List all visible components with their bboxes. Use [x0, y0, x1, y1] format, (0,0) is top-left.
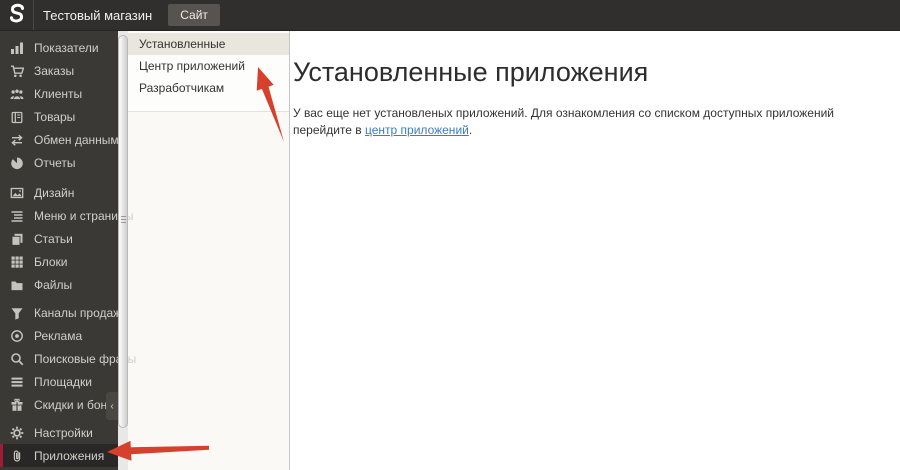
menu-lines-icon [9, 208, 25, 224]
menu-lines-icon [11, 210, 23, 222]
cart-icon [11, 65, 24, 77]
gear-icon [10, 426, 24, 439]
sidebar-groups: Показатели Заказы Клиенты Товары Обмен данны… [0, 36, 136, 467]
pages-icon [9, 231, 25, 247]
apps-submenu-panel: Установленные Центр приложений Разработчик… [128, 31, 290, 470]
sidebar-item-label: Реклама [34, 328, 83, 343]
target-icon [11, 329, 23, 342]
sidebar-item-data-exchange[interactable]: Обмен данными [0, 128, 125, 151]
submenu-empty-area [128, 112, 289, 470]
bar-chart-icon [9, 40, 25, 56]
sidebar-item-platforms[interactable]: Площадки [0, 370, 118, 393]
sidebar-scrollbar-track[interactable] [118, 31, 128, 470]
sidebar-item-label: Файлы [34, 277, 73, 292]
sidebar-group-3: Каналы продаж Реклама Поисковые фразы Площа… [0, 301, 136, 416]
empty-state-message: У вас еще нет установленых приложений. Д… [293, 105, 890, 140]
scrollbar-grip-icon [121, 216, 126, 223]
admin-app-window: Тестовый магазин Сайт Показатели Заказы Кл… [0, 0, 900, 470]
sidebar-item-label: Настройки [34, 425, 93, 440]
site-button[interactable]: Сайт [168, 4, 220, 26]
sidebar-item-articles[interactable]: Статьи [0, 227, 118, 250]
sidebar-item-products[interactable]: Товары [0, 105, 118, 128]
sidebar-item-search-phrases[interactable]: Поисковые фразы [0, 347, 136, 370]
page-title: Установленные приложения [293, 57, 649, 87]
products-icon [11, 111, 23, 123]
gift-icon [11, 398, 23, 411]
submenu-item-developers[interactable]: Разработчикам [128, 77, 289, 99]
insales-logo-icon [9, 3, 24, 23]
users-icon [10, 88, 24, 100]
funnel-icon [11, 307, 23, 320]
exchange-icon [11, 134, 23, 146]
exchange-icon [9, 132, 25, 148]
sidebar-item-blocks[interactable]: Блоки [0, 250, 118, 273]
main-row: Показатели Заказы Клиенты Товары Обмен данны… [0, 31, 900, 470]
users-icon [9, 86, 25, 102]
sidebar-item-menu-pages[interactable]: Меню и страницы [0, 204, 133, 227]
grid-icon [9, 254, 25, 270]
gift-icon [9, 397, 25, 413]
app-center-link[interactable]: центр приложений [365, 123, 469, 137]
paperclip-icon [9, 448, 25, 464]
sidebar-item-clients[interactable]: Клиенты [0, 82, 118, 105]
sidebar-item-design[interactable]: Дизайн [0, 181, 118, 204]
search-icon [11, 352, 24, 365]
cart-icon [9, 63, 25, 79]
funnel-icon [9, 305, 25, 321]
sidebar-scrollbar-thumb[interactable] [118, 35, 128, 428]
sidebar-item-label: Товары [34, 109, 76, 124]
store-name: Тестовый магазин [43, 7, 153, 23]
sidebar-item-label: Приложения [34, 448, 105, 463]
sidebar-item-ads[interactable]: Реклама [0, 324, 118, 347]
bar-chart-icon [11, 42, 23, 54]
sidebar-item-label: Обмен данными [34, 132, 126, 147]
sidebar-group-1: Показатели Заказы Клиенты Товары Обмен данны… [0, 36, 125, 174]
products-icon [9, 109, 25, 125]
pie-chart-icon [9, 155, 25, 171]
pages-icon [11, 233, 23, 246]
sidebar-item-files[interactable]: Файлы [0, 273, 118, 296]
folder-icon [11, 281, 23, 290]
sidebar-item-label: Заказы [34, 63, 75, 78]
insales-logo[interactable] [0, 0, 34, 30]
sidebar-item-label: Показатели [34, 40, 99, 55]
sidebar-collapse-tab[interactable]: ‹ [106, 392, 118, 420]
sidebar-item-dashboard[interactable]: Показатели [0, 36, 118, 59]
search-icon [9, 351, 25, 367]
sidebar-item-label: Статьи [34, 231, 73, 246]
sidebar-item-label: Отчеты [34, 155, 76, 170]
sidebar-item-label: Площадки [34, 374, 92, 389]
submenu-item-app-center[interactable]: Центр приложений [128, 55, 289, 77]
grid-icon [11, 256, 23, 268]
sidebar-item-label: Клиенты [34, 86, 83, 101]
sidebar-group-2: Дизайн Меню и страницы Статьи Блоки Файлы [0, 181, 133, 296]
sidebar-item-label: Дизайн [34, 185, 75, 200]
sidebar-item-apps[interactable]: Приложения [0, 444, 118, 467]
paperclip-icon [13, 449, 21, 462]
target-icon [9, 328, 25, 344]
folder-icon [9, 277, 25, 293]
sidebar-item-label: Каналы продаж [34, 305, 122, 320]
sidebar-item-label: Блоки [34, 254, 68, 269]
message-period: . [468, 123, 473, 138]
submenu-items: Установленные Центр приложений Разработчик… [128, 31, 289, 112]
sidebar-nav: Показатели Заказы Клиенты Товары Обмен данны… [0, 31, 136, 470]
list-icon [11, 377, 23, 387]
sidebar-group-4: Настройки Приложения [0, 421, 118, 467]
sidebar-item-reports[interactable]: Отчеты [0, 151, 118, 174]
image-icon [10, 187, 24, 198]
sidebar-item-settings[interactable]: Настройки [0, 421, 118, 444]
sidebar-item-sales-channels[interactable]: Каналы продаж [0, 301, 122, 324]
pie-chart-icon [11, 156, 23, 169]
sidebar-item-orders[interactable]: Заказы [0, 59, 118, 82]
sidebar-item-discounts[interactable]: Скидки и бонусы [0, 393, 128, 416]
content-area: Установленные приложения У вас еще нет у… [290, 31, 900, 470]
chevron-left-icon: ‹ [110, 400, 114, 412]
submenu-item-installed[interactable]: Установленные [128, 33, 289, 55]
list-icon [9, 374, 25, 390]
top-bar: Тестовый магазин Сайт [0, 0, 900, 31]
gear-icon [9, 425, 25, 441]
image-icon [9, 185, 25, 201]
